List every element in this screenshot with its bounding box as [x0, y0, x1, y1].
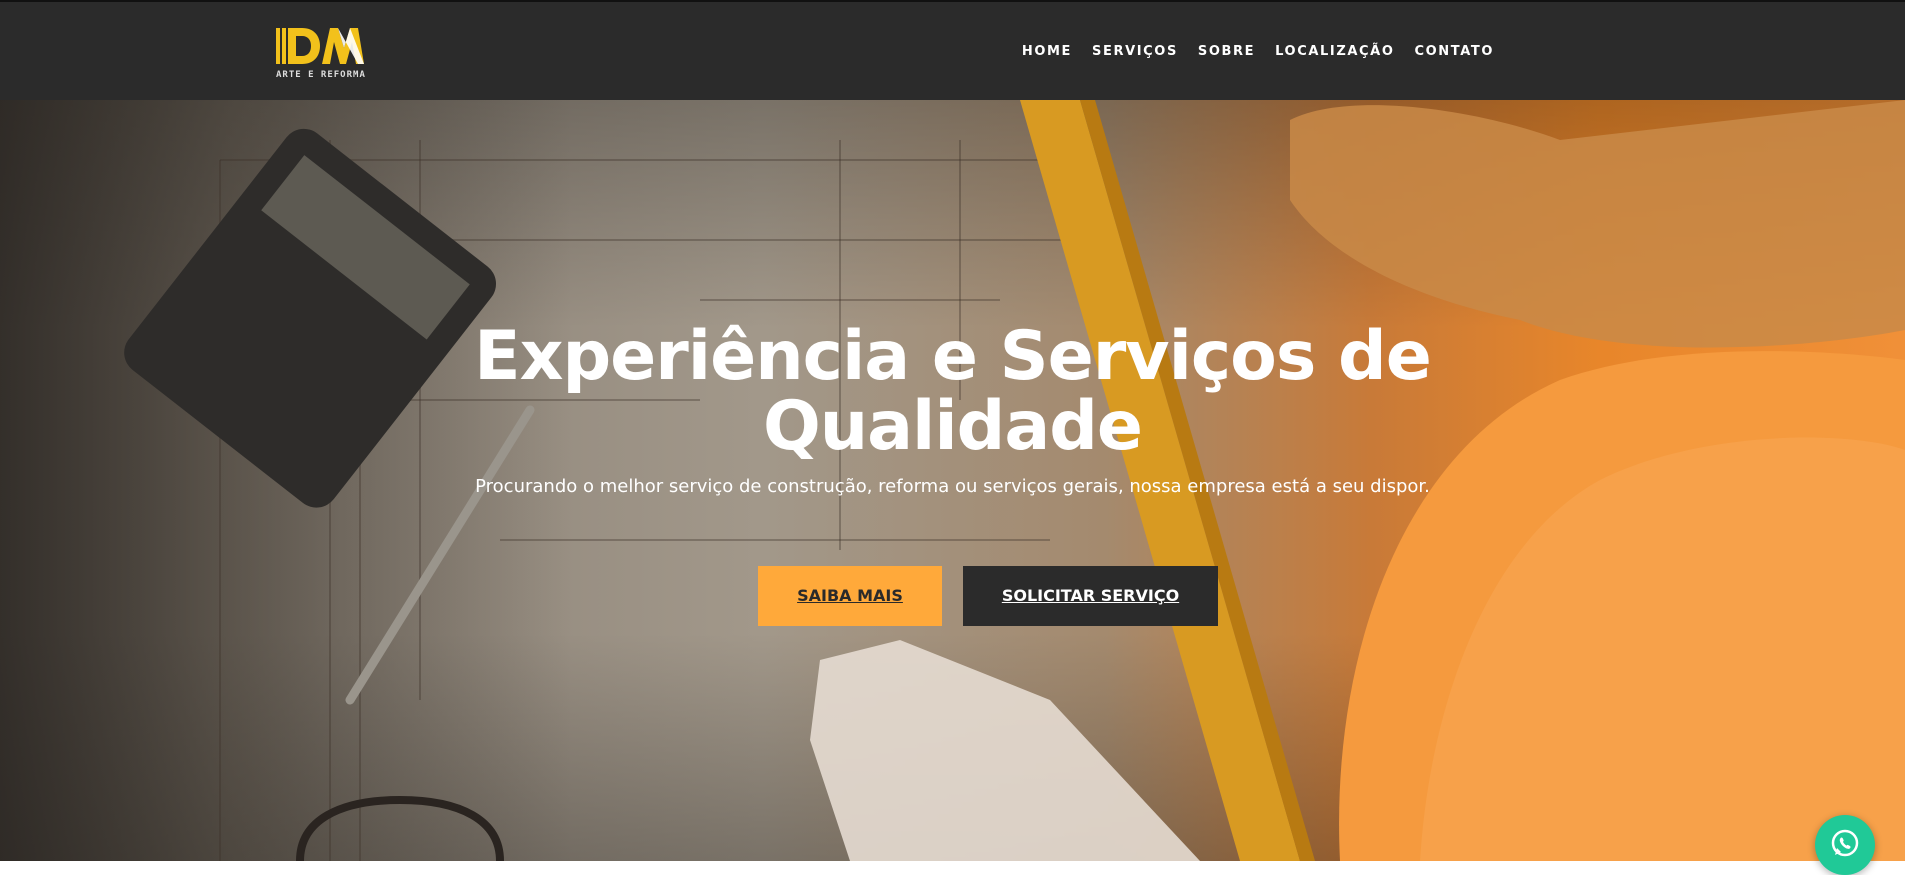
nav-contato[interactable]: CONTATO [1414, 44, 1494, 59]
whatsapp-button[interactable] [1815, 815, 1875, 875]
hero-section: Experiência e Serviços de Qualidade Proc… [0, 100, 1905, 861]
solicitar-servico-button[interactable]: SOLICITAR SERVIÇO [963, 566, 1218, 626]
whatsapp-icon [1831, 829, 1859, 857]
saiba-mais-button[interactable]: SAIBA MAIS [758, 566, 942, 626]
nav-sobre[interactable]: SOBRE [1198, 44, 1255, 59]
logo-mark [276, 28, 364, 64]
logo-tagline: ARTE E REFORMA [276, 70, 366, 80]
hero-subtitle: Procurando o melhor serviço de construçã… [475, 476, 1430, 497]
nav-servicos[interactable]: SERVIÇOS [1092, 44, 1178, 59]
nav-localizacao[interactable]: LOCALIZAÇÃO [1275, 44, 1394, 59]
main-nav: HOME SERVIÇOS SOBRE LOCALIZAÇÃO CONTATO [1022, 44, 1494, 59]
hero-content: Experiência e Serviços de Qualidade Proc… [0, 317, 1905, 498]
navbar: ARTE E REFORMA HOME SERVIÇOS SOBRE LOCAL… [0, 0, 1905, 100]
logo[interactable]: ARTE E REFORMA [274, 24, 366, 82]
hero-title: Experiência e Serviços de Qualidade [474, 317, 1432, 466]
nav-home[interactable]: HOME [1022, 44, 1072, 59]
